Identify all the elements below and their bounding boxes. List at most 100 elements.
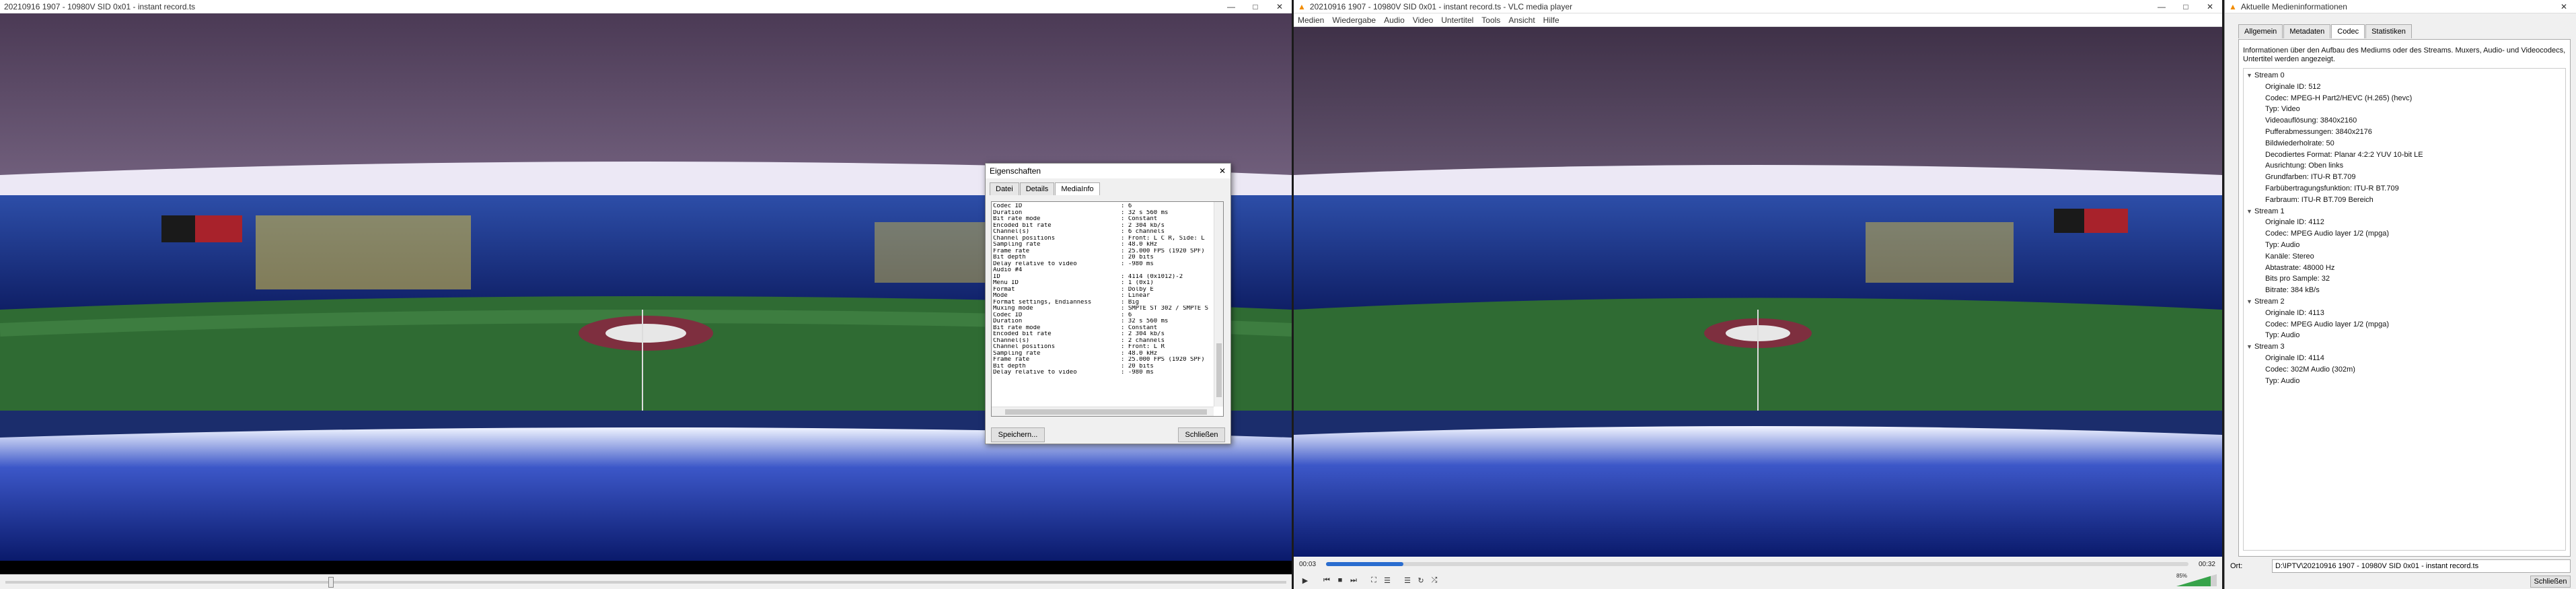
mediainfo-value: : 48.0 kHz	[1121, 242, 1158, 248]
menu-hilfe[interactable]: Hilfe	[1543, 15, 1559, 25]
chevron-down-icon[interactable]: ▼	[2246, 296, 2254, 308]
vlc-titlebar[interactable]: ▲ 20210916 1907 - 10980V SID 0x01 - inst…	[1294, 0, 2222, 13]
mediainfo-value: : 2 304 kb/s	[1121, 222, 1165, 229]
stream-property: Originale ID: 512	[2265, 82, 2321, 91]
tab-statistiken[interactable]: Statistiken	[2365, 24, 2412, 38]
menu-audio[interactable]: Audio	[1384, 15, 1405, 25]
previous-icon[interactable]: ⏮	[1321, 574, 1333, 586]
close-icon[interactable]: ✕	[1267, 2, 1292, 11]
stop-icon[interactable]: ■	[1334, 574, 1346, 586]
next-icon[interactable]: ⏭	[1348, 574, 1360, 586]
menu-wiedergabe[interactable]: Wiedergabe	[1332, 15, 1376, 25]
left-seek-thumb[interactable]	[328, 577, 334, 588]
close-icon[interactable]: ✕	[2552, 2, 2576, 11]
mediainfo-key: Audio #4	[993, 267, 1023, 273]
fullscreen-icon[interactable]: ⛶	[1368, 574, 1380, 586]
tab-datei[interactable]: Datei	[990, 182, 1019, 195]
tab-codec[interactable]: Codec	[2331, 24, 2365, 38]
mediainfo-row: ID: 4114 (0x1012)-2	[993, 274, 1212, 281]
stream-property: Ausrichtung: Oben links	[2265, 162, 2344, 170]
properties-titlebar[interactable]: Eigenschaften ✕	[986, 164, 1230, 178]
stream-property: Typ: Audio	[2265, 331, 2300, 340]
save-button[interactable]: Speichern...	[991, 427, 1045, 442]
location-label: Ort:	[2230, 562, 2243, 570]
mediainfo-text: Codec ID: 6 Duration: 32 s 560 ms Bit rate…	[993, 203, 1212, 405]
stream-property: Originale ID: 4113	[2265, 308, 2324, 317]
shuffle-icon[interactable]: ⤮	[1428, 574, 1440, 586]
menu-tools[interactable]: Tools	[1481, 15, 1500, 25]
stream-node[interactable]: ▼ Stream 0	[2246, 70, 2563, 81]
loop-icon[interactable]: ↻	[1415, 574, 1427, 586]
mediainfo-row: Audio #4	[993, 267, 1212, 274]
chevron-down-icon[interactable]: ▼	[2246, 70, 2254, 81]
stream-property: Typ: Audio	[2265, 376, 2300, 385]
mediainfo-key: Sampling rate	[993, 242, 1041, 248]
mediainfo-value: : 6	[1121, 312, 1132, 318]
mediainfo-value: : Constant	[1121, 216, 1158, 222]
media-info-titlebar[interactable]: ▲ Aktuelle Medieninformationen ✕	[2225, 0, 2576, 13]
extended-settings-icon[interactable]: ☰	[1381, 574, 1393, 586]
close-icon[interactable]: ✕	[2198, 2, 2222, 11]
mediainfo-row: Format: Dolby E	[993, 287, 1212, 293]
stream-tree[interactable]: ▼ Stream 0 Originale ID: 512 Codec: MPEG-H …	[2243, 68, 2566, 551]
maximize-icon[interactable]: □	[1243, 2, 1267, 11]
volume-slider[interactable]: 85%	[2176, 573, 2217, 586]
mediainfo-key: Sampling rate	[993, 350, 1041, 357]
close-button[interactable]: Schließen	[1178, 427, 1225, 442]
close-icon[interactable]: ✕	[1214, 166, 1230, 176]
mediainfo-value: : 20 bits	[1121, 254, 1154, 261]
left-seekbar[interactable]	[0, 574, 1292, 589]
mediainfo-key: Mode	[993, 293, 1008, 299]
mediainfo-value: : -980 ms	[1121, 261, 1154, 267]
playlist-icon[interactable]: ☰	[1401, 574, 1413, 586]
mediainfo-value: : Front: L C R, Side: L	[1121, 235, 1205, 242]
stream-node[interactable]: ▼ Stream 3	[2246, 341, 2563, 353]
location-field[interactable]: D:\IPTV\20210916 1907 - 10980V SID 0x01 …	[2272, 559, 2571, 573]
vlc-seekbar[interactable]	[1326, 562, 2188, 566]
media-info-footer: Ort: D:\IPTV\20210916 1907 - 10980V SID …	[2225, 557, 2576, 589]
stadium-image	[1294, 27, 2222, 557]
stream-property: Videoauflösung: 3840x2160	[2265, 116, 2357, 125]
left-seek-track[interactable]	[5, 577, 1286, 588]
chevron-down-icon[interactable]: ▼	[2246, 206, 2254, 217]
stream-property: Typ: Audio	[2265, 240, 2300, 249]
vertical-scrollbar[interactable]	[1214, 202, 1223, 407]
maximize-icon[interactable]: □	[2174, 2, 2198, 11]
stream-node[interactable]: ▼ Stream 1	[2246, 206, 2563, 217]
mediainfo-textbox[interactable]: Codec ID: 6 Duration: 32 s 560 ms Bit rate…	[991, 201, 1224, 417]
close-button[interactable]: Schließen	[2530, 576, 2571, 588]
stream-node[interactable]: ▼ Stream 2	[2246, 296, 2563, 308]
left-player-window: 20210916 1907 - 10980V SID 0x01 - instan…	[0, 0, 1292, 589]
scroll-thumb[interactable]	[1005, 409, 1207, 415]
mediainfo-key: Frame rate	[993, 357, 1030, 363]
tab-mediainfo[interactable]: MediaInfo	[1055, 182, 1100, 195]
menu-video[interactable]: Video	[1413, 15, 1433, 25]
horizontal-scrollbar[interactable]	[992, 407, 1214, 416]
mediainfo-key: Muxing mode	[993, 306, 1033, 312]
stream-property: Bitrate: 384 kB/s	[2265, 286, 2320, 295]
tab-allgemein[interactable]: Allgemein	[2238, 24, 2283, 38]
codec-description: Informationen über den Aufbau des Medium…	[2243, 46, 2566, 63]
minimize-icon[interactable]: —	[2149, 2, 2174, 11]
mediainfo-key: Duration	[993, 209, 1023, 216]
menu-medien[interactable]: Medien	[1298, 15, 1324, 25]
tab-details[interactable]: Details	[1019, 182, 1055, 195]
mediainfo-row: Sampling rate : 48.0 kHz	[993, 242, 1212, 248]
scroll-thumb[interactable]	[1216, 343, 1222, 397]
mediainfo-value: : 4114 (0x1012)-2	[1121, 273, 1183, 280]
menu-untertitel[interactable]: Untertitel	[1441, 15, 1473, 25]
left-titlebar[interactable]: 20210916 1907 - 10980V SID 0x01 - instan…	[0, 0, 1292, 13]
menu-ansicht[interactable]: Ansicht	[1508, 15, 1535, 25]
elapsed-time: 00:03	[1299, 561, 1317, 568]
mediainfo-row: Bit depth: 20 bits	[993, 363, 1212, 370]
tab-metadaten[interactable]: Metadaten	[2283, 24, 2331, 38]
play-icon[interactable]: ▶	[1299, 574, 1311, 586]
mediainfo-row: Menu ID: 1 (0x1)	[993, 280, 1212, 287]
minimize-icon[interactable]: —	[1219, 2, 1243, 11]
chevron-down-icon[interactable]: ▼	[2246, 341, 2254, 353]
mediainfo-value: : Big	[1121, 299, 1140, 306]
mediainfo-key: Channel positions	[993, 344, 1056, 350]
vlc-video-frame[interactable]	[1294, 27, 2222, 557]
mediainfo-row: Codec ID: 6	[993, 312, 1212, 319]
mediainfo-value: : 20 bits	[1121, 363, 1154, 370]
